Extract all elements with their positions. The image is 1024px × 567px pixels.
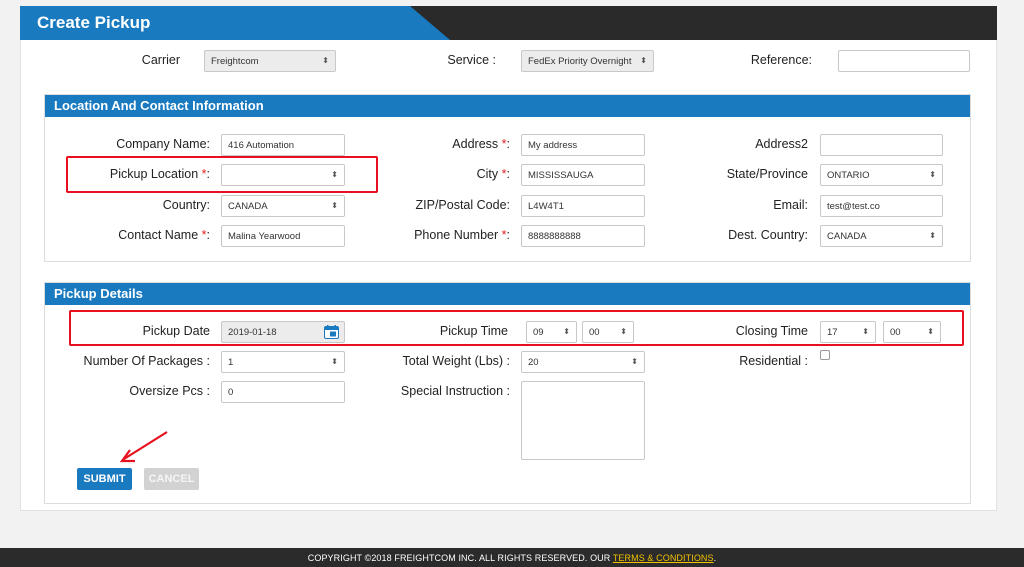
weight-value: 20	[528, 356, 539, 368]
closing-minute-value: 00	[890, 326, 901, 338]
oversize-label: Oversize Pcs :	[129, 384, 210, 398]
carrier-label: Carrier	[141, 53, 180, 67]
address-label: Address *:	[452, 137, 510, 151]
instruction-label: Special Instruction :	[400, 384, 510, 398]
pickup-hour-value: 09	[533, 326, 544, 338]
packages-select[interactable]: 1 ⬍	[221, 351, 345, 373]
reference-input[interactable]	[838, 50, 970, 72]
title-bar: Create Pickup	[20, 6, 997, 40]
pickup-minute-value: 00	[589, 326, 600, 338]
carrier-value: Freightcom	[211, 55, 259, 67]
select-arrows-icon: ⬍	[331, 170, 338, 179]
city-input[interactable]: MISSISSAUGA	[521, 164, 645, 186]
company-name-input[interactable]: 416 Automation	[221, 134, 345, 156]
dest-country-value: CANADA	[827, 230, 867, 242]
cancel-button[interactable]: CANCEL	[144, 468, 199, 490]
pickup-heading: Pickup Details	[45, 283, 970, 305]
closing-hour-value: 17	[827, 326, 838, 338]
residential-label: Residential :	[739, 354, 808, 368]
service-select[interactable]: FedEx Priority Overnight ⬍	[521, 50, 654, 72]
select-arrows-icon: ⬍	[631, 357, 638, 366]
service-value: FedEx Priority Overnight	[528, 55, 632, 67]
city-label: City *:	[476, 167, 510, 181]
select-arrows-icon: ⬍	[862, 327, 869, 336]
oversize-input[interactable]: 0	[221, 381, 345, 403]
pickup-date-label: Pickup Date	[142, 324, 210, 338]
footer-end: .	[713, 553, 717, 563]
select-arrows-icon: ⬍	[331, 201, 338, 210]
company-name-label: Company Name:	[116, 137, 210, 151]
zip-label: ZIP/Postal Code:	[415, 198, 511, 212]
packages-value: 1	[228, 356, 234, 368]
packages-label: Number Of Packages :	[83, 354, 210, 368]
address2-input[interactable]	[820, 134, 943, 156]
footer: COPYRIGHT ©2018 FREIGHTCOM INC. ALL RIGH…	[0, 548, 1024, 567]
select-arrows-icon: ⬍	[331, 357, 338, 366]
closing-time-label: Closing Time	[735, 324, 808, 338]
carrier-select[interactable]: Freightcom ⬍	[204, 50, 336, 72]
pickup-hour-select[interactable]: 09 ⬍	[526, 321, 577, 343]
pickup-time-label: Pickup Time	[439, 324, 508, 338]
weight-label: Total Weight (Lbs) :	[402, 354, 510, 368]
select-arrows-icon: ⬍	[640, 56, 647, 65]
instruction-textarea[interactable]	[521, 381, 645, 460]
country-label: Country:	[162, 198, 210, 212]
submit-button[interactable]: SUBMIT	[77, 468, 132, 490]
select-arrows-icon: ⬍	[929, 170, 936, 179]
select-arrows-icon: ⬍	[620, 327, 627, 336]
address-input[interactable]: My address	[521, 134, 645, 156]
country-select[interactable]: CANADA ⬍	[221, 195, 345, 217]
pickup-location-label: Pickup Location *:	[109, 167, 210, 181]
page-title: Create Pickup	[37, 13, 151, 32]
zip-input[interactable]: L4W4T1	[521, 195, 645, 217]
select-arrows-icon: ⬍	[563, 327, 570, 336]
calendar-icon[interactable]	[324, 325, 339, 339]
closing-hour-select[interactable]: 17 ⬍	[820, 321, 876, 343]
dest-country-select[interactable]: CANADA ⬍	[820, 225, 943, 247]
phone-input[interactable]: 8888888888	[521, 225, 645, 247]
pickup-location-select[interactable]: ⬍	[221, 164, 345, 186]
select-arrows-icon: ⬍	[927, 327, 934, 336]
weight-select[interactable]: 20 ⬍	[521, 351, 645, 373]
closing-minute-select[interactable]: 00 ⬍	[883, 321, 941, 343]
select-arrows-icon: ⬍	[929, 231, 936, 240]
email-input[interactable]: test@test.co	[820, 195, 943, 217]
pickup-minute-select[interactable]: 00 ⬍	[582, 321, 634, 343]
pickup-date-value: 2019-01-18	[228, 326, 277, 338]
residential-checkbox[interactable]	[820, 350, 830, 360]
country-value: CANADA	[228, 200, 268, 212]
dest-country-label: Dest. Country:	[728, 228, 808, 242]
contact-name-input[interactable]: Malina Yearwood	[221, 225, 345, 247]
state-select[interactable]: ONTARIO ⬍	[820, 164, 943, 186]
contact-name-label: Contact Name *:	[118, 228, 210, 242]
location-heading: Location And Contact Information	[45, 95, 970, 117]
phone-label: Phone Number *:	[414, 228, 510, 242]
footer-text: COPYRIGHT ©2018 FREIGHTCOM INC. ALL RIGH…	[307, 553, 613, 563]
select-arrows-icon: ⬍	[322, 56, 329, 65]
email-label: Email:	[773, 198, 808, 212]
state-value: ONTARIO	[827, 169, 870, 181]
reference-label: Reference:	[750, 53, 812, 67]
terms-link[interactable]: TERMS & CONDITIONS	[613, 553, 714, 563]
pickup-date-input[interactable]: 2019-01-18	[221, 321, 345, 343]
arrow-icon	[119, 431, 168, 463]
state-label: State/Province	[726, 167, 808, 181]
address2-label: Address2	[755, 137, 808, 151]
service-label: Service :	[447, 53, 496, 67]
